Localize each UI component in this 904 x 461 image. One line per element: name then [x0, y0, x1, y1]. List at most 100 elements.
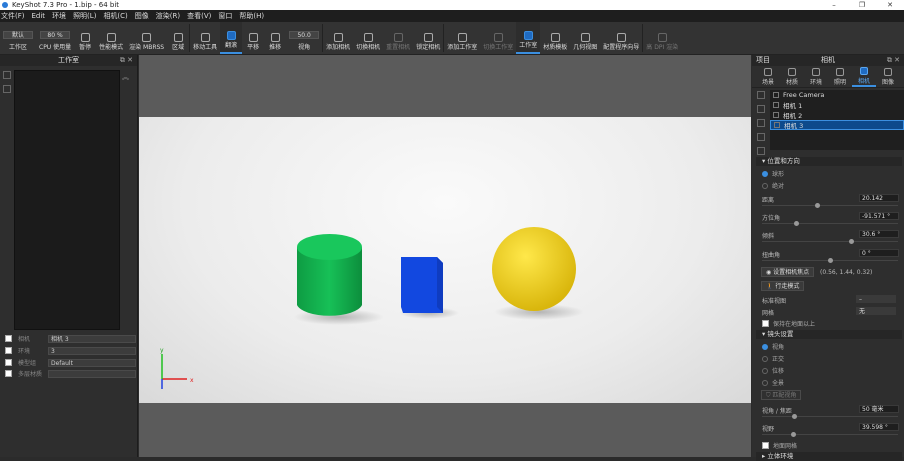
focal-length-input[interactable]: 50 毫米	[859, 405, 899, 413]
menu-image[interactable]: 图像	[135, 11, 149, 21]
duplicate-camera-icon[interactable]	[757, 105, 765, 113]
absolute-radio[interactable]: 绝对	[762, 181, 784, 190]
camera-item-2[interactable]: 相机 2	[770, 110, 904, 120]
standard-view-select[interactable]: –	[856, 295, 896, 303]
position-section-header[interactable]: ▾ 位置和方向	[756, 157, 902, 166]
minimize-icon[interactable]: –	[820, 0, 848, 10]
perspective-radio[interactable]: 视角	[762, 342, 784, 351]
rendered-scene[interactable]: x y	[139, 117, 751, 403]
distance-input[interactable]: 20.142	[859, 194, 899, 202]
configurator-wizard-button[interactable]: 配置程序向导	[600, 22, 642, 54]
camera-select[interactable]: 相机 3	[48, 334, 136, 343]
distance-slider[interactable]	[762, 203, 898, 208]
camera-item-free[interactable]: Free Camera	[770, 90, 904, 100]
delete-icon[interactable]	[757, 119, 765, 127]
grid-select[interactable]: 无	[856, 307, 896, 315]
workspace-select[interactable]: 默认	[3, 31, 33, 39]
environment-select[interactable]: 3	[48, 346, 136, 355]
camera-item-3[interactable]: 相机 3	[770, 120, 904, 130]
twist-slider[interactable]	[762, 258, 898, 263]
fov-input[interactable]: 39.598 °	[859, 423, 899, 431]
workspace-button[interactable]: 默认 工作区	[0, 22, 36, 54]
duplicate-icon[interactable]	[3, 85, 11, 93]
model-set-select[interactable]: Default	[48, 358, 136, 367]
menu-camera[interactable]: 相机(C)	[103, 11, 127, 21]
menu-file[interactable]: 文件(F)	[1, 11, 25, 21]
tab-environment[interactable]: 环境	[804, 66, 828, 87]
walk-mode-button[interactable]: 🚶 行走模式	[761, 281, 805, 291]
keep-above-ground-checkbox[interactable]: 保持在地面以上	[762, 319, 815, 328]
add-studio-icon[interactable]	[3, 71, 11, 79]
panel-controls[interactable]: ⧉ ✕	[887, 55, 900, 66]
tab-material[interactable]: 材质	[780, 66, 804, 87]
twist-input[interactable]: 0 °	[859, 249, 899, 257]
lens-section-header[interactable]: ▾ 镜头设置	[756, 330, 902, 339]
menu-help[interactable]: 帮助(H)	[239, 11, 264, 21]
maximize-icon[interactable]: ❐	[848, 0, 876, 10]
material-template-button[interactable]: 材质模板	[540, 22, 570, 54]
move-tool-button[interactable]: 移动工具	[190, 22, 220, 54]
spherical-radio[interactable]: 球形	[762, 169, 784, 178]
menu-edit[interactable]: Edit	[32, 12, 46, 20]
inclination-slider[interactable]	[762, 239, 898, 244]
performance-mode-button[interactable]: 性能模式	[96, 22, 126, 54]
menu-render[interactable]: 渲染(R)	[156, 11, 180, 21]
add-studio-button[interactable]: 添加工作室	[444, 22, 480, 54]
fov-input[interactable]: 50.0	[289, 31, 320, 39]
collapse-icon[interactable]: ︽	[122, 72, 129, 82]
geometry-view-button[interactable]: 几何视图	[570, 22, 600, 54]
green-cylinder[interactable]	[297, 234, 362, 316]
multi-material-select[interactable]	[48, 369, 136, 378]
close-icon[interactable]: ✕	[876, 0, 904, 10]
add-camera-button[interactable]: 添加相机	[323, 22, 353, 54]
inclination-input[interactable]: 30.6 °	[859, 230, 899, 238]
shift-radio[interactable]: 位移	[762, 366, 784, 375]
panel-controls[interactable]: ⧉ ✕	[120, 55, 133, 66]
yellow-sphere[interactable]	[492, 227, 576, 311]
blue-cube[interactable]	[401, 257, 443, 313]
ground-grid-checkbox[interactable]: 地面网格	[762, 441, 797, 450]
azimuth-input[interactable]: -91.571 °	[859, 212, 899, 220]
studio-button[interactable]: 工作室	[516, 22, 541, 54]
fov-slider[interactable]	[762, 432, 898, 437]
switch-studio-button[interactable]: 切换工作室	[480, 22, 516, 54]
high-dpi-render-button[interactable]: 高 DPI 渲染	[643, 22, 681, 54]
panoramic-radio[interactable]: 全景	[762, 378, 784, 387]
orthographic-radio[interactable]: 正交	[762, 354, 784, 363]
reset-camera-button[interactable]: 重置相机	[383, 22, 413, 54]
tab-camera[interactable]: 相机	[852, 66, 876, 87]
render-mbrss-button[interactable]: 渲染 MBRSS	[126, 22, 167, 54]
tumble-button[interactable]: 翻滚	[220, 22, 243, 54]
fov-button[interactable]: 50.0 视角	[286, 22, 322, 54]
reset-icon[interactable]	[757, 133, 765, 141]
checkbox[interactable]	[5, 335, 12, 342]
focal-length-slider[interactable]	[762, 414, 898, 419]
pause-button[interactable]: 暂停	[74, 22, 96, 54]
tab-scene[interactable]: 场景	[756, 66, 780, 87]
set-camera-pivot-button[interactable]: ◉ 设置相机焦点	[761, 267, 815, 277]
save-icon[interactable]	[757, 147, 765, 155]
checkbox[interactable]	[5, 359, 12, 366]
menu-environment[interactable]: 环境	[52, 11, 66, 21]
add-camera-icon[interactable]	[757, 91, 765, 99]
menu-lighting[interactable]: 照明(L)	[73, 11, 96, 21]
region-button[interactable]: 区域	[167, 22, 189, 54]
pan-button[interactable]: 平移	[242, 22, 264, 54]
cpu-select[interactable]: 80 %	[40, 31, 71, 39]
studio-list[interactable]	[14, 70, 120, 330]
tab-lighting[interactable]: 照明	[828, 66, 852, 87]
azimuth-slider[interactable]	[762, 221, 898, 226]
checkbox[interactable]	[5, 370, 12, 377]
checkbox[interactable]	[5, 347, 12, 354]
lock-camera-button[interactable]: 锁定相机	[413, 22, 443, 54]
menu-view[interactable]: 查看(V)	[187, 11, 211, 21]
switch-camera-button[interactable]: 切换相机	[353, 22, 383, 54]
camera-item-1[interactable]: 相机 1	[770, 100, 904, 110]
label: 地面网格	[773, 443, 798, 450]
menu-window[interactable]: 窗口	[218, 11, 232, 21]
cpu-usage-button[interactable]: 80 % CPU 使用量	[36, 22, 74, 54]
dolly-button[interactable]: 推移	[264, 22, 286, 54]
tab-image[interactable]: 图像	[876, 66, 900, 87]
render-viewport[interactable]: x y	[139, 55, 751, 457]
match-perspective-button[interactable]: ⛉ 匹配视角	[761, 390, 802, 400]
